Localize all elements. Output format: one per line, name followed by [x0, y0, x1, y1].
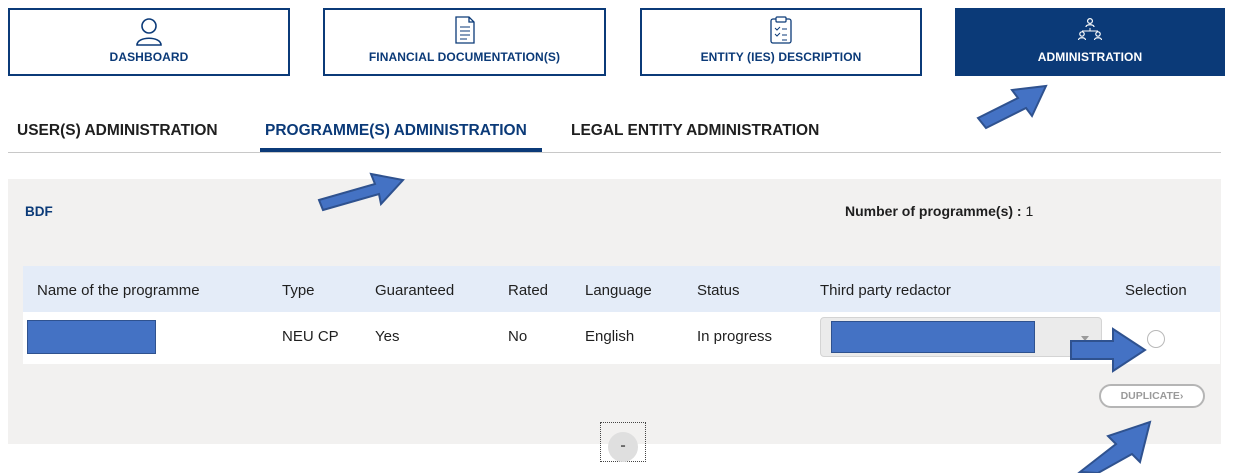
third-party-redactor-select[interactable] [820, 317, 1102, 357]
column-header-type: Type [282, 282, 315, 299]
redacted-redactor-value [831, 321, 1035, 353]
programme-count-value: 1 [1025, 203, 1034, 219]
cell-status: In progress [697, 328, 773, 345]
tab-legal-entity-administration[interactable]: LEGAL ENTITY ADMINISTRATION [571, 122, 819, 140]
tab-users-administration[interactable]: USER(S) ADMINISTRATION [17, 122, 218, 140]
programme-count-label: Number of programme(s) : [845, 203, 1022, 219]
user-icon [134, 16, 164, 51]
collapse-focus-outline: - [600, 422, 646, 462]
column-header-name: Name of the programme [37, 282, 200, 299]
annotation-arrow [976, 84, 1048, 130]
column-header-status: Status [697, 282, 740, 299]
nav-card-administration[interactable]: ADMINISTRATION [955, 8, 1225, 76]
collapse-button[interactable]: - [608, 432, 638, 462]
column-header-language: Language [585, 282, 652, 299]
nav-card-financial-documentation[interactable]: FINANCIAL DOCUMENTATION(S) [323, 8, 606, 76]
annotation-arrow [1070, 327, 1147, 373]
org-chart-icon [1077, 16, 1103, 47]
cell-guaranteed: Yes [375, 328, 400, 345]
table-row: NEU CP Yes No English In progress [23, 312, 1220, 364]
column-header-rated: Rated [508, 282, 549, 299]
column-header-third-party-redactor: Third party redactor [820, 282, 951, 299]
column-header-guaranteed: Guaranteed [375, 282, 455, 299]
duplicate-button[interactable]: DUPLICATE› [1099, 384, 1205, 408]
programme-count: Number of programme(s) : 1 [845, 203, 1033, 219]
document-icon [454, 16, 476, 49]
cell-language: English [585, 328, 635, 345]
annotation-arrow [317, 172, 405, 212]
cell-type: NEU CP [282, 328, 339, 345]
programmes-panel: BDF Number of programme(s) : 1 Name of t… [8, 179, 1221, 462]
tab-programmes-administration[interactable]: PROGRAMME(S) ADMINISTRATION [265, 122, 527, 140]
nav-label-dashboard: DASHBOARD [109, 50, 189, 64]
clipboard-icon [769, 16, 793, 49]
nav-label-entity: ENTITY (IES) DESCRIPTION [700, 50, 862, 64]
panel-title: BDF [25, 204, 53, 219]
cell-rated: No [508, 328, 528, 345]
nav-card-entity-description[interactable]: ENTITY (IES) DESCRIPTION [640, 8, 922, 76]
selection-radio[interactable] [1147, 330, 1165, 348]
nav-label-admin: ADMINISTRATION [1037, 50, 1143, 64]
annotation-arrow [1077, 420, 1152, 473]
nav-card-dashboard[interactable]: DASHBOARD [8, 8, 290, 76]
redacted-programme-name [27, 320, 156, 354]
nav-label-financial: FINANCIAL DOCUMENTATION(S) [368, 50, 561, 64]
column-header-selection: Selection [1125, 282, 1187, 299]
table-header: Name of the programme Type Guaranteed Ra… [23, 266, 1220, 312]
tabs-divider [8, 152, 1221, 153]
